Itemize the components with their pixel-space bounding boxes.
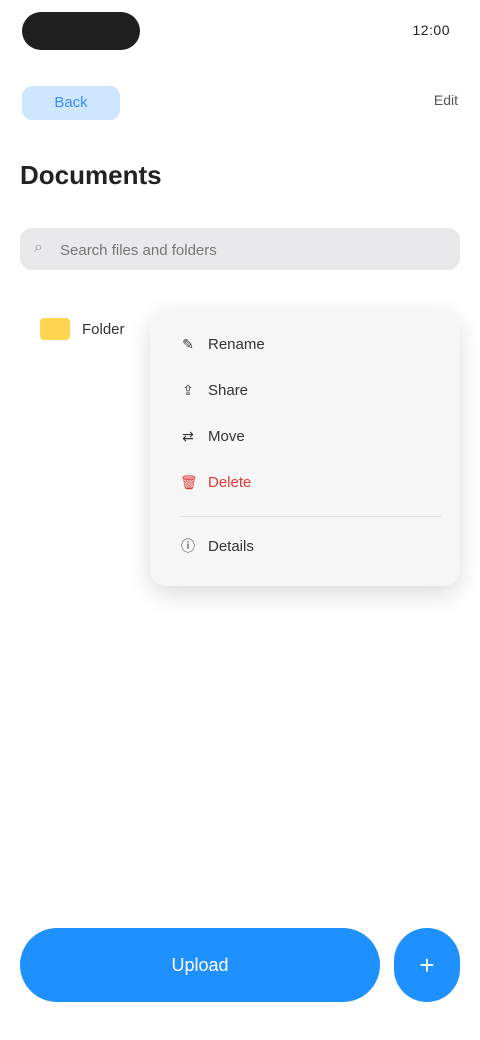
- upload-button[interactable]: Upload: [20, 928, 380, 1002]
- search-input[interactable]: [58, 228, 442, 272]
- list-item-label: Folder: [82, 320, 125, 338]
- pencil-icon: ✎: [182, 336, 194, 352]
- status-bar: 12:00: [0, 0, 480, 64]
- search-icon: ⌕: [34, 239, 43, 256]
- share-icon: ⇪: [182, 382, 194, 398]
- menu-divider: [180, 516, 442, 517]
- page-title: Documents: [20, 160, 162, 190]
- back-button[interactable]: Back: [22, 86, 120, 120]
- context-menu: ✎ Rename ⇪ Share ⇄ Move 🗑 Delete ⓘ Detai…: [150, 310, 460, 586]
- search-bar[interactable]: ⌕: [20, 228, 460, 272]
- menu-item-details[interactable]: ⓘ Details: [180, 530, 254, 562]
- info-icon: ⓘ: [181, 538, 195, 554]
- trash-icon: 🗑: [180, 474, 198, 490]
- dynamic-island: [22, 12, 140, 50]
- menu-item-share[interactable]: ⇪ Share: [180, 374, 248, 406]
- move-icon: ⇄: [182, 428, 194, 444]
- menu-item-move[interactable]: ⇄ Move: [180, 420, 245, 452]
- menu-item-rename[interactable]: ✎ Rename: [180, 328, 265, 360]
- edit-button[interactable]: Edit: [434, 92, 458, 108]
- menu-item-label: Move: [208, 427, 245, 445]
- menu-item-delete[interactable]: 🗑 Delete: [180, 466, 251, 498]
- list-item[interactable]: Folder: [40, 318, 125, 340]
- folder-icon: [40, 318, 70, 340]
- menu-item-label: Rename: [208, 335, 265, 353]
- status-time: 12:00: [412, 22, 450, 38]
- add-button[interactable]: +: [394, 928, 460, 1002]
- menu-item-label: Share: [208, 381, 249, 399]
- menu-item-label: Details: [208, 537, 254, 555]
- menu-item-label: Delete: [208, 473, 252, 491]
